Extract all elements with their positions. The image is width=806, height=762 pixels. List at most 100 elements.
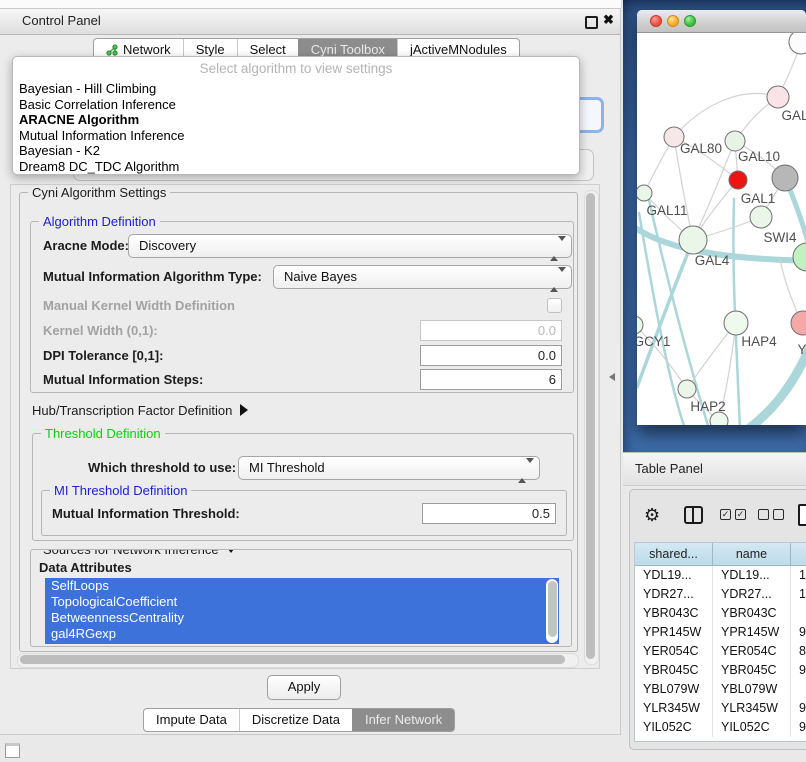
algorithm-option[interactable]: Bayesian - Hill Climbing [19, 81, 573, 97]
network-node[interactable] [637, 185, 652, 201]
column-header-truncated[interactable]: A [791, 543, 806, 565]
algorithm-dropdown-popup: Select algorithm to view settings Bayesi… [12, 56, 580, 175]
network-node-label: Y [797, 342, 806, 357]
mi-type-combo[interactable]: Naive Bayes [273, 265, 572, 289]
expander-arrow-icon [240, 404, 248, 416]
network-node-label: GAL10 [738, 149, 780, 164]
node-table: shared... name A YDL19...YDL19...13 YDR2… [634, 542, 806, 742]
sources-group: Sources for Network Inference Data Attri… [30, 549, 572, 647]
table-row[interactable]: YDR27...YDR27...12 [635, 585, 806, 604]
hub-tf-expander[interactable]: Hub/Transcription Factor Definition [32, 403, 248, 418]
network-node[interactable] [637, 316, 643, 334]
table-row[interactable]: YER054CYER054C8. [635, 642, 806, 661]
tab-infer-network[interactable]: Infer Network [352, 709, 454, 731]
network-canvas[interactable]: GALGAL80GAL10GAL1GAL11GAL4SWI4GCY1HAP4YH… [637, 33, 806, 425]
columns-icon[interactable] [684, 506, 703, 524]
column-header-shared-name[interactable]: shared... [635, 543, 713, 565]
mi-threshold-group: MI Threshold Definition Mutual Informati… [41, 490, 567, 536]
network-edge[interactable] [743, 345, 806, 425]
minimized-panel-icon[interactable] [5, 743, 20, 758]
network-view-window[interactable]: GALGAL80GAL10GAL1GAL11GAL4SWI4GCY1HAP4YH… [637, 10, 806, 425]
table-panel-titlebar: Table Panel [623, 452, 806, 486]
attribute-item[interactable]: BetweennessCentrality [45, 610, 559, 626]
network-node[interactable] [767, 86, 789, 108]
zoom-traffic-light-icon[interactable] [684, 15, 696, 27]
attributes-scrollbar[interactable] [546, 579, 558, 643]
algorithm-option[interactable]: Dream8 DC_TDC Algorithm [19, 159, 573, 175]
algorithm-option[interactable]: Basic Correlation Inference [19, 97, 573, 113]
table-row[interactable]: YPR145WYPR145W9. [635, 623, 806, 642]
float-panel-icon[interactable] [585, 16, 598, 29]
which-threshold-label: Which threshold to use: [88, 460, 236, 475]
tab-discretize-data[interactable]: Discretize Data [239, 709, 352, 731]
table-row[interactable]: YBL079WYBL079W [635, 680, 806, 699]
table-header-row: shared... name A [635, 543, 806, 566]
attribute-item[interactable]: gal4RGexp [45, 626, 559, 642]
network-node[interactable] [793, 243, 806, 271]
dpi-tolerance-field[interactable]: 0.0 [420, 345, 562, 366]
mi-threshold-group-title: MI Threshold Definition [50, 483, 191, 498]
close-traffic-light-icon[interactable] [650, 15, 662, 27]
algorithm-option[interactable]: Bayesian - K2 [19, 143, 573, 159]
splitter-collapse-arrow[interactable] [609, 373, 615, 381]
network-node-label: GAL [781, 108, 806, 123]
network-node[interactable] [725, 131, 745, 151]
kernel-width-field[interactable]: 0.0 [420, 320, 562, 341]
table-row[interactable]: YBR045CYBR045C9. [635, 661, 806, 680]
network-node[interactable] [679, 226, 707, 254]
tab-impute-data[interactable]: Impute Data [144, 709, 239, 731]
top-strip [0, 0, 622, 8]
attribute-item[interactable]: SelfLoops [45, 578, 559, 594]
apply-button[interactable]: Apply [267, 675, 341, 700]
attribute-item-partial [45, 642, 559, 644]
threshold-definition-group: Threshold Definition Which threshold to … [32, 433, 574, 541]
network-window-titlebar[interactable] [637, 10, 806, 33]
network-node[interactable] [724, 311, 748, 335]
network-node-label: GAL4 [695, 253, 730, 268]
network-edge[interactable] [674, 93, 778, 137]
table-row[interactable]: YLR345WYLR345W9. [635, 699, 806, 718]
network-node[interactable] [750, 206, 772, 228]
table-row[interactable]: YIL052CYIL052C9. [635, 718, 806, 737]
data-attributes-label: Data Attributes [39, 560, 132, 575]
network-node[interactable] [678, 380, 696, 398]
network-edge[interactable] [637, 240, 693, 387]
mi-steps-field[interactable]: 6 [420, 369, 562, 390]
stepper-arrows-icon [550, 269, 566, 290]
mi-steps-label: Mutual Information Steps: [43, 372, 203, 387]
document-icon[interactable] [798, 504, 806, 526]
collapse-arrow-icon [225, 549, 237, 553]
network-node[interactable] [710, 412, 728, 425]
table-row[interactable]: YDL19...YDL19...13 [635, 566, 806, 585]
mi-threshold-field[interactable]: 0.5 [422, 503, 556, 524]
dpi-tolerance-label: DPI Tolerance [0,1]: [43, 348, 163, 363]
network-node[interactable] [791, 311, 806, 335]
network-node-label: HAP4 [741, 334, 777, 349]
algorithm-option[interactable]: Mutual Information Inference [19, 128, 573, 144]
settings-vertical-scrollbar[interactable] [584, 190, 599, 665]
network-node-label: GAL11 [646, 203, 687, 218]
network-node[interactable] [772, 165, 798, 191]
attribute-item[interactable]: TopologicalCoefficient [45, 594, 559, 610]
close-icon[interactable]: ✖ [603, 12, 614, 28]
minimize-traffic-light-icon[interactable] [667, 15, 679, 27]
network-icon [106, 44, 118, 56]
unchecked-pair-icon[interactable] [758, 509, 784, 520]
which-threshold-combo[interactable]: MI Threshold [238, 456, 540, 480]
network-node-label: GAL80 [680, 141, 722, 156]
table-row[interactable]: YBR043CYBR043C [635, 604, 806, 623]
manual-kernel-checkbox[interactable] [547, 298, 562, 313]
aracne-mode-combo[interactable]: Discovery [128, 234, 572, 258]
cyni-settings-group-title: Cyni Algorithm Settings [28, 185, 170, 200]
network-node[interactable] [729, 171, 747, 189]
checked-pair-icon[interactable]: ✓✓ [720, 509, 746, 520]
network-node[interactable] [789, 33, 806, 54]
network-node-label: SWI4 [763, 230, 796, 245]
gear-icon[interactable]: ⚙ [644, 506, 660, 524]
sources-group-title[interactable]: Sources for Network Inference [39, 549, 241, 557]
algorithm-definition-group: Algorithm Definition Aracne Mode: Discov… [30, 221, 574, 393]
network-node-label: GAL1 [741, 191, 776, 206]
algorithm-option-aracne[interactable]: ARACNE Algorithm [19, 112, 573, 128]
settings-horizontal-scrollbar[interactable] [17, 653, 579, 668]
column-header-name[interactable]: name [713, 543, 791, 565]
